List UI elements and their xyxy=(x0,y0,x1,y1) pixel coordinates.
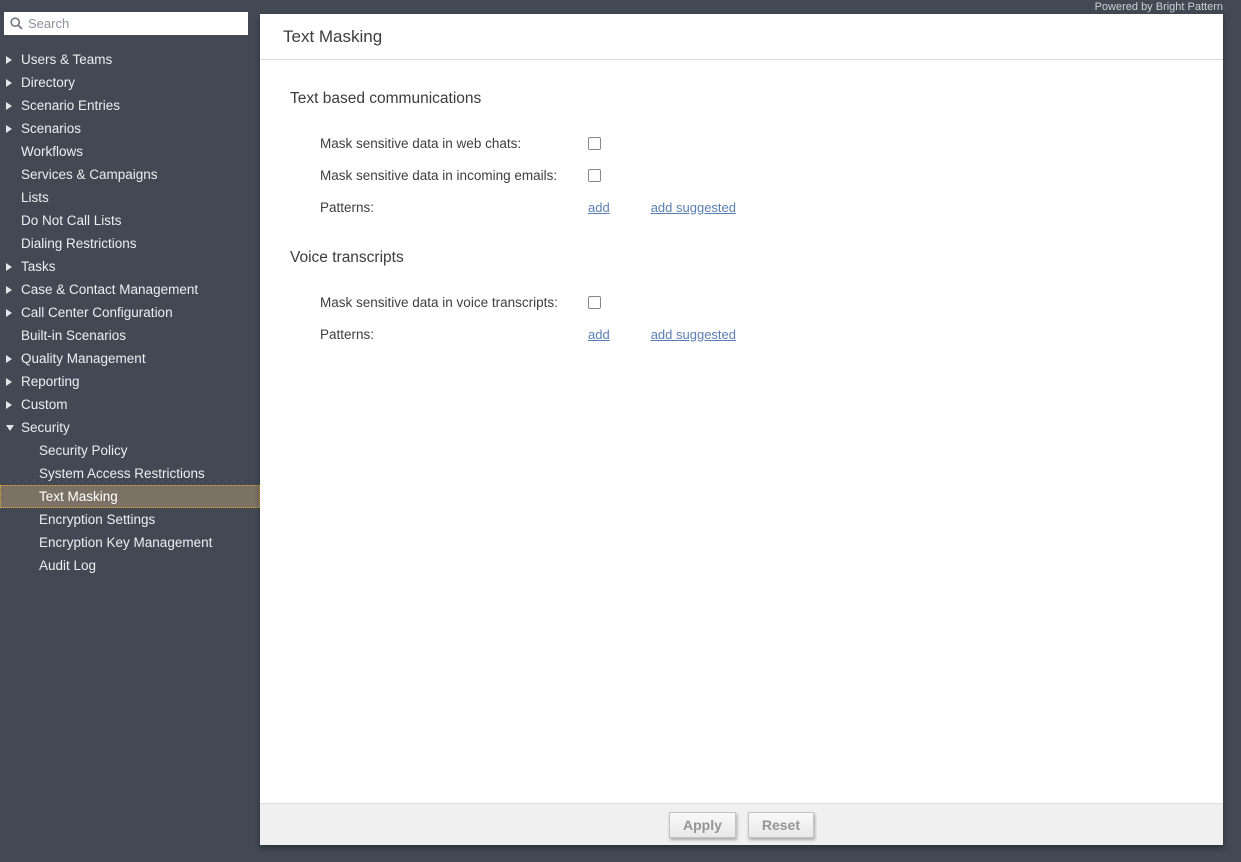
sidebar-item-label: Audit Log xyxy=(39,558,97,573)
sidebar-item-call-center-configuration[interactable]: Call Center Configuration xyxy=(0,301,260,324)
sidebar-item-label: Security Policy xyxy=(39,443,128,458)
sidebar-item-label: Reporting xyxy=(21,374,80,389)
sidebar-item-label: Tasks xyxy=(21,259,56,274)
sidebar-item-label: System Access Restrictions xyxy=(39,466,205,481)
sidebar-item-directory[interactable]: Directory xyxy=(0,71,260,94)
search-box[interactable] xyxy=(4,12,248,35)
sidebar-item-security-policy[interactable]: Security Policy xyxy=(0,439,260,462)
sidebar-item-label: Quality Management xyxy=(21,351,146,366)
sidebar-item-text-masking[interactable]: Text Masking xyxy=(0,485,260,508)
add-pattern-link[interactable]: add xyxy=(588,327,610,342)
add-pattern-link[interactable]: add xyxy=(588,200,610,215)
section-heading-voice-transcripts: Voice transcripts xyxy=(290,249,404,266)
sidebar-item-quality-management[interactable]: Quality Management xyxy=(0,347,260,370)
sidebar-item-services-campaigns[interactable]: Services & Campaigns xyxy=(0,163,260,186)
sidebar-item-dialing-restrictions[interactable]: Dialing Restrictions xyxy=(0,232,260,255)
sidebar-item-encryption-settings[interactable]: Encryption Settings xyxy=(0,508,260,531)
navigation-tree: Users & Teams Directory Scenario Entries… xyxy=(0,48,260,577)
sidebar-item-security[interactable]: Security xyxy=(0,416,260,439)
sidebar-item-label: Scenarios xyxy=(21,121,82,136)
collapse-arrow-icon[interactable] xyxy=(6,424,14,431)
sidebar-item-workflows[interactable]: Workflows xyxy=(0,140,260,163)
mask-web-chats-checkbox[interactable] xyxy=(588,136,601,150)
search-input[interactable] xyxy=(28,14,242,33)
sidebar-item-reporting[interactable]: Reporting xyxy=(0,370,260,393)
sidebar-item-label: Encryption Key Management xyxy=(39,535,213,550)
form-row-voice-patterns: Patterns: add add suggested xyxy=(320,324,736,344)
field-label: Mask sensitive data in voice transcripts… xyxy=(320,294,558,310)
expand-arrow-icon[interactable] xyxy=(6,377,12,386)
sidebar-item-encryption-key-management[interactable]: Encryption Key Management xyxy=(0,531,260,554)
mask-incoming-emails-checkbox[interactable] xyxy=(588,168,601,182)
expand-arrow-icon[interactable] xyxy=(6,55,12,64)
sidebar-item-label: Services & Campaigns xyxy=(21,167,158,182)
expand-arrow-icon[interactable] xyxy=(6,308,12,317)
page-title: Text Masking xyxy=(283,26,383,46)
sidebar-item-case-contact-management[interactable]: Case & Contact Management xyxy=(0,278,260,301)
expand-arrow-icon[interactable] xyxy=(6,400,12,409)
sidebar-item-label: Users & Teams xyxy=(21,52,113,67)
form-row-text-patterns: Patterns: add add suggested xyxy=(320,197,736,217)
main-panel: Text Masking Text based communications M… xyxy=(260,14,1223,845)
expand-arrow-icon[interactable] xyxy=(6,354,12,363)
sidebar-item-label: Lists xyxy=(21,190,49,205)
section-heading-text-based: Text based communications xyxy=(290,90,482,107)
expand-arrow-icon[interactable] xyxy=(6,78,12,87)
form-row-incoming-emails: Mask sensitive data in incoming emails: xyxy=(320,165,601,185)
sidebar-item-users-teams[interactable]: Users & Teams xyxy=(0,48,260,71)
add-suggested-pattern-link[interactable]: add suggested xyxy=(651,327,736,342)
sidebar-item-label: Encryption Settings xyxy=(39,512,156,527)
search-icon xyxy=(10,17,23,30)
sidebar-item-tasks[interactable]: Tasks xyxy=(0,255,260,278)
sidebar-item-audit-log[interactable]: Audit Log xyxy=(0,554,260,577)
sidebar-item-label: Built-in Scenarios xyxy=(21,328,127,343)
sidebar-item-label: Workflows xyxy=(21,144,84,159)
sidebar-item-label: Do Not Call Lists xyxy=(21,213,122,228)
sidebar-item-scenario-entries[interactable]: Scenario Entries xyxy=(0,94,260,117)
field-label: Mask sensitive data in web chats: xyxy=(320,135,522,151)
sidebar-item-lists[interactable]: Lists xyxy=(0,186,260,209)
form-row-voice-transcripts: Mask sensitive data in voice transcripts… xyxy=(320,292,601,312)
sidebar-item-label: Security xyxy=(21,420,70,435)
mask-voice-transcripts-checkbox[interactable] xyxy=(588,295,601,309)
sidebar-item-system-access-restrictions[interactable]: System Access Restrictions xyxy=(0,462,260,485)
sidebar-item-built-in-scenarios[interactable]: Built-in Scenarios xyxy=(0,324,260,347)
sidebar-item-custom[interactable]: Custom xyxy=(0,393,260,416)
reset-button[interactable]: Reset xyxy=(747,811,815,838)
sidebar-item-label: Call Center Configuration xyxy=(21,305,173,320)
sidebar-item-label: Custom xyxy=(21,397,68,412)
sidebar-item-label: Text Masking xyxy=(39,489,118,504)
expand-arrow-icon[interactable] xyxy=(6,101,12,110)
powered-by-label: Powered by Bright Pattern xyxy=(1094,1,1223,13)
field-label: Mask sensitive data in incoming emails: xyxy=(320,167,558,183)
sidebar-item-label: Directory xyxy=(21,75,76,90)
apply-button[interactable]: Apply xyxy=(668,811,736,838)
add-suggested-pattern-link[interactable]: add suggested xyxy=(651,200,736,215)
form-row-web-chats: Mask sensitive data in web chats: xyxy=(320,133,601,153)
sidebar-item-label: Scenario Entries xyxy=(21,98,121,113)
sidebar-item-do-not-call-lists[interactable]: Do Not Call Lists xyxy=(0,209,260,232)
field-label: Patterns: xyxy=(320,199,375,215)
expand-arrow-icon[interactable] xyxy=(6,124,12,133)
expand-arrow-icon[interactable] xyxy=(6,262,12,271)
panel-header: Text Masking xyxy=(260,14,1223,60)
panel-footer: Apply Reset xyxy=(260,803,1223,845)
sidebar: Users & Teams Directory Scenario Entries… xyxy=(0,0,260,862)
field-label: Patterns: xyxy=(320,326,375,342)
sidebar-item-label: Case & Contact Management xyxy=(21,282,199,297)
sidebar-item-scenarios[interactable]: Scenarios xyxy=(0,117,260,140)
expand-arrow-icon[interactable] xyxy=(6,285,12,294)
sidebar-item-label: Dialing Restrictions xyxy=(21,236,137,251)
